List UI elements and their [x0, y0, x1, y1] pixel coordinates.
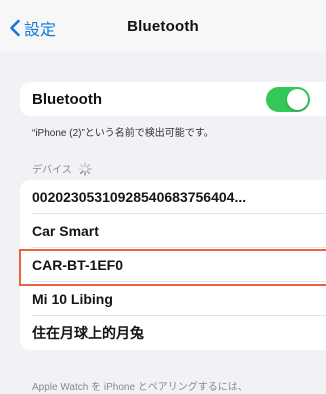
device-row[interactable]: Mi 10 Libing — [20, 282, 326, 316]
devices-header-label: デバイス — [32, 165, 72, 176]
bluetooth-label: Bluetooth — [32, 90, 102, 108]
device-name: Car Smart — [32, 223, 99, 239]
bluetooth-row: Bluetooth — [20, 82, 326, 116]
device-name: CAR-BT-1EF0 — [32, 257, 124, 273]
apple-watch-pairing-note: Apple Watch を iPhone とペアリングするには、 — [32, 382, 248, 393]
devices-section-header: デバイス — [32, 161, 92, 176]
device-row-selected[interactable]: CAR-BT-1EF0 — [20, 248, 326, 282]
device-name: Mi 10 Libing — [32, 291, 113, 307]
device-name: 002023053109285406837564​04... — [32, 189, 247, 205]
bluetooth-toggle-group: Bluetooth — [20, 82, 326, 116]
device-row[interactable]: 住在月球上的月兔 — [20, 316, 326, 350]
navigation-bar: 設定 Bluetooth — [0, 0, 326, 52]
bluetooth-settings-screen: 設定 Bluetooth Bluetooth “iPhone (2)”という名前… — [0, 0, 326, 394]
toggle-knob — [287, 89, 308, 110]
device-name: 住在月球上的月兔 — [32, 325, 144, 341]
device-row[interactable]: 002023053109285406837564​04... — [20, 180, 326, 214]
bluetooth-toggle[interactable] — [266, 87, 310, 112]
loading-spinner-icon — [77, 161, 92, 176]
device-row[interactable]: Car Smart — [20, 214, 326, 248]
device-list: 002023053109285406837564​04... Car Smart… — [20, 180, 326, 350]
discoverable-footnote: “iPhone (2)”という名前で検出可能です。 — [32, 128, 214, 139]
page-title: Bluetooth — [127, 18, 199, 35]
